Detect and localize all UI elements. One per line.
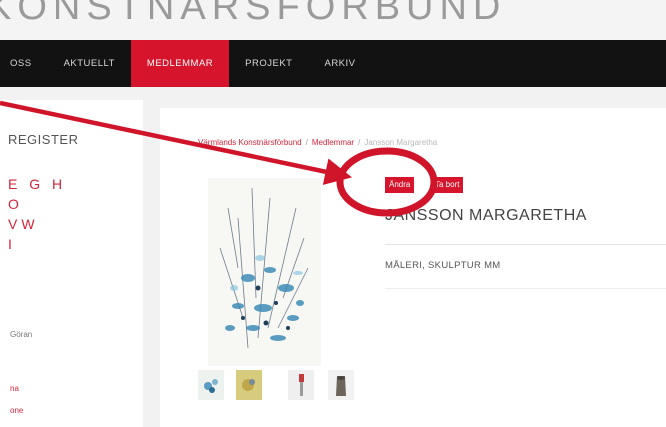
- thumbnail-yellow-painting[interactable]: [236, 370, 262, 400]
- thumbnail-image-icon: [288, 370, 314, 400]
- breadcrumb-current: Jansson Margaretha: [364, 138, 438, 147]
- site-header: KONSTNÄRSFÖRBUND: [0, 0, 666, 40]
- breadcrumb-separator: /: [305, 138, 308, 147]
- alphabet-filter-row[interactable]: O: [8, 196, 23, 212]
- divider: [385, 244, 666, 245]
- breadcrumb-home-link[interactable]: Värmlands Konstnärsförbund: [198, 138, 302, 147]
- thumbnail-image-icon: [328, 370, 354, 400]
- breadcrumb-members-link[interactable]: Medlemmar: [312, 138, 354, 147]
- breadcrumb: Värmlands Konstnärsförbund / Medlemmar / Jan…: [198, 138, 437, 147]
- breadcrumb-separator: /: [358, 138, 361, 147]
- alphabet-filter-row[interactable]: VW: [8, 216, 39, 232]
- divider: [385, 288, 666, 289]
- site-logo[interactable]: KONSTNÄRSFÖRBUND: [0, 0, 506, 29]
- artist-category: MÅLERI, SKULPTUR MM: [385, 260, 501, 271]
- member-link[interactable]: Göran: [10, 330, 32, 339]
- delete-button[interactable]: Ta bort: [431, 177, 464, 193]
- nav-item-projekt[interactable]: PROJEKT: [229, 40, 308, 87]
- edit-button[interactable]: Ändra: [385, 177, 415, 193]
- alphabet-filter-row[interactable]: I: [8, 236, 16, 252]
- thumbnail-sculpture[interactable]: [328, 370, 354, 400]
- artwork-main-image[interactable]: [208, 178, 321, 366]
- member-register-sidebar: REGISTER E G H O VW I Göran na one: [0, 100, 143, 427]
- thumbnail-figure[interactable]: [288, 370, 314, 400]
- artist-name-heading: JANSSON MARGARETHA: [385, 207, 587, 224]
- nav-item-medlemmar[interactable]: MEDLEMMAR: [130, 40, 230, 87]
- member-link[interactable]: one: [10, 406, 23, 415]
- nav-item-aktuellt[interactable]: AKTUELLT: [48, 40, 131, 87]
- main-nav: OSS AKTUELLT MEDLEMMAR PROJEKT ARKIV: [0, 40, 666, 87]
- nav-item-oss[interactable]: OSS: [0, 40, 48, 87]
- artwork-painting-icon: [208, 178, 321, 366]
- thumbnail-blue-flowers[interactable]: [198, 370, 224, 400]
- nav-item-arkiv[interactable]: ARKIV: [308, 40, 371, 87]
- member-link[interactable]: na: [10, 384, 19, 393]
- thumbnail-image-icon: [198, 370, 224, 400]
- member-profile-card: Värmlands Konstnärsförbund / Medlemmar / Jan…: [160, 108, 666, 427]
- alphabet-filter-row[interactable]: E G H: [8, 176, 66, 192]
- register-heading: REGISTER: [8, 132, 79, 147]
- thumbnail-image-icon: [236, 370, 262, 400]
